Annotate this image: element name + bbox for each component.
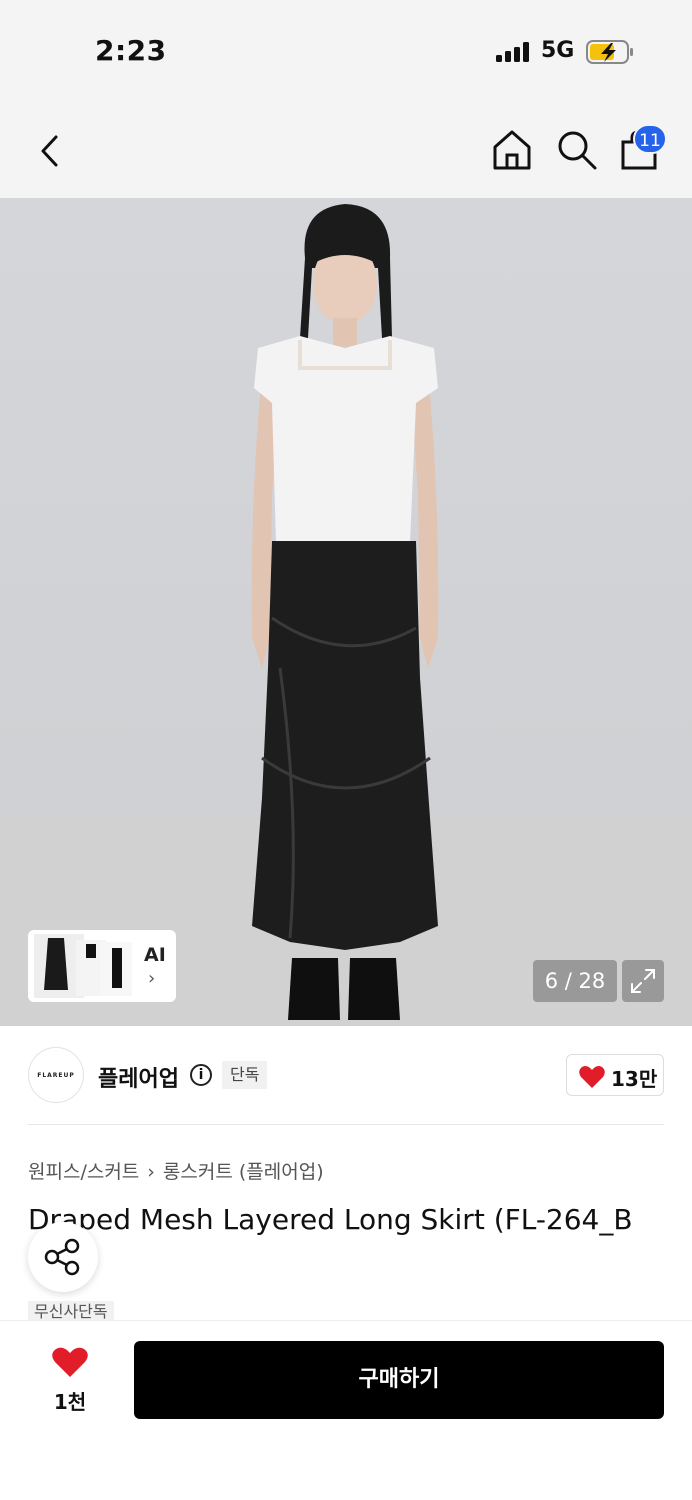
brand-like-button[interactable]: 13만 (566, 1054, 664, 1096)
heart-icon (579, 1066, 605, 1088)
battery-charging-icon (586, 40, 633, 64)
divider (28, 1124, 664, 1125)
back-arrow-icon[interactable] (30, 129, 74, 173)
cart-badge: 11 (633, 124, 667, 154)
wishlist-count: 1천 (53, 1390, 87, 1414)
image-counter: 6 / 28 (533, 960, 617, 1002)
breadcrumb-separator: › (147, 1161, 155, 1183)
brand-like-count: 13만 (611, 1067, 658, 1091)
signal-icon (496, 42, 532, 62)
expand-icon[interactable] (622, 960, 664, 1002)
home-icon[interactable] (490, 128, 534, 172)
breadcrumb: 원피스/스커트 › 롱스커트 (플레어업) (28, 1157, 324, 1184)
wishlist-heart-icon[interactable] (52, 1346, 88, 1378)
ai-similar-thumbnails[interactable] (28, 930, 176, 1002)
top-nav (0, 100, 692, 198)
info-icon[interactable]: i (190, 1064, 212, 1086)
status-time: 2:23 (95, 34, 167, 67)
breadcrumb-category[interactable]: 원피스/스커트 (28, 1161, 139, 1183)
product-title: Draped Mesh Layered Long Skirt (FL-264_B (28, 1203, 633, 1236)
search-icon[interactable] (555, 128, 599, 172)
brand-logo[interactable]: FLAREUP (28, 1047, 84, 1103)
model-photo (0, 204, 692, 1026)
buy-button[interactable]: 구매하기 (134, 1341, 664, 1419)
share-icon[interactable] (28, 1222, 98, 1292)
network-label: 5G (541, 38, 575, 63)
brand-name[interactable]: 플레어업 (98, 1061, 179, 1093)
ai-label: AI (144, 944, 166, 966)
exclusive-badge: 단독 (222, 1061, 268, 1089)
breadcrumb-subcategory[interactable]: 롱스커트 (플레어업) (163, 1161, 324, 1183)
status-bar: 2:23 5G (0, 0, 692, 100)
product-image[interactable] (0, 198, 692, 1026)
thumbnail-images (34, 934, 132, 998)
chevron-right-icon: › (148, 968, 156, 989)
